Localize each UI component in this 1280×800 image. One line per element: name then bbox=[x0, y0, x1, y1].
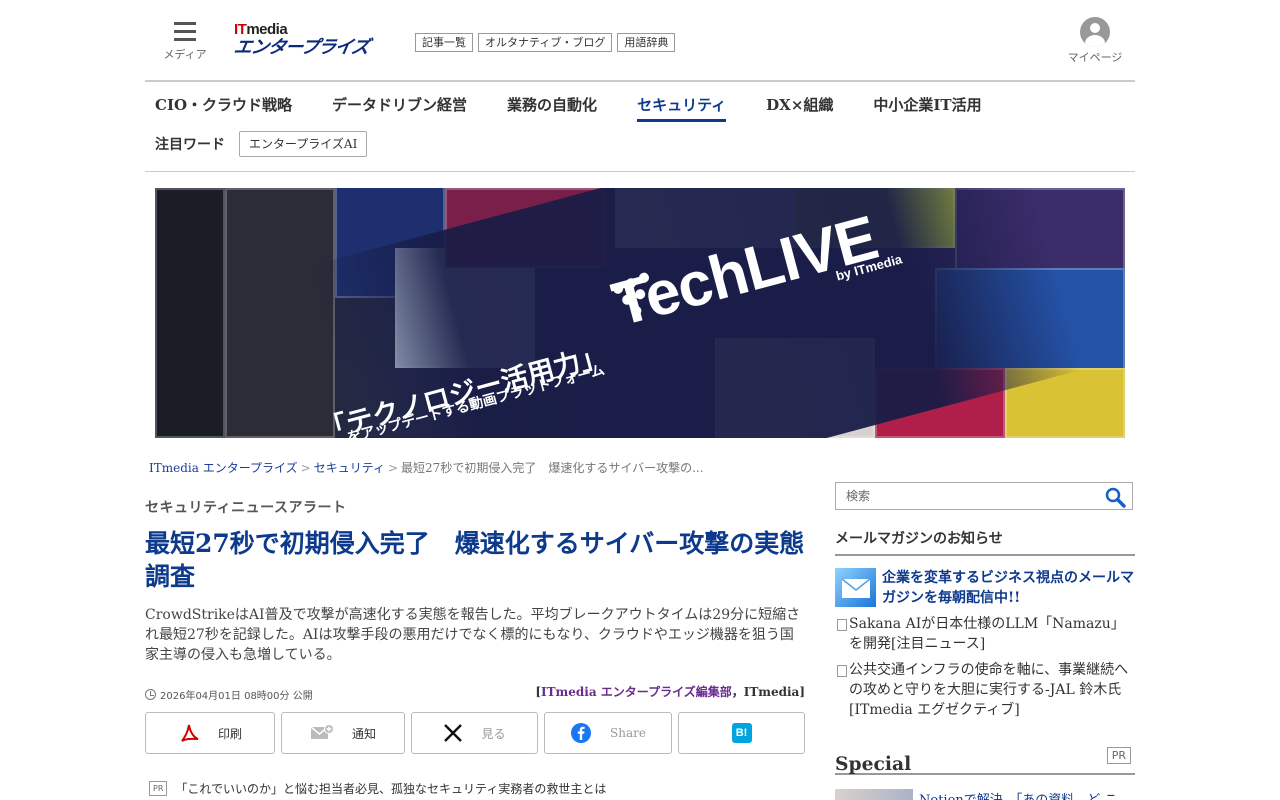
special-item-thumbnail bbox=[835, 789, 913, 800]
hot-words: 注目ワード エンタープライズAI bbox=[155, 131, 368, 157]
techlive-banner[interactable]: TechLIVE by ITmedia 「テクノロジー活用力」 をアップデートす… bbox=[155, 188, 1125, 438]
link-alternative-blog[interactable]: オルタナティブ・ブログ bbox=[478, 33, 613, 52]
search-box bbox=[835, 482, 1133, 510]
special-title: Special bbox=[835, 753, 912, 775]
mail-plus-icon bbox=[310, 724, 334, 739]
mailmag-title: メールマガジンのお知らせ bbox=[835, 528, 1135, 556]
hatena-bookmark-button[interactable]: B! bbox=[678, 712, 805, 754]
publish-date-text: 2026年04月01日 08時00分 公開 bbox=[160, 691, 313, 702]
breadcrumb-home[interactable]: ITmedia エンタープライズ bbox=[149, 461, 298, 475]
print-button[interactable]: 印刷 bbox=[145, 712, 275, 754]
article: セキュリティニュースアラート 最短27秒で初期侵入完了 爆速化するサイバー攻撃の… bbox=[145, 497, 805, 703]
breadcrumb-current: 最短27秒で初期侵入完了 爆速化するサイバー攻撃の... bbox=[401, 461, 704, 475]
hamburger-icon bbox=[174, 22, 196, 42]
nav-item-dx-org[interactable]: DX×組織 bbox=[766, 94, 833, 122]
share-bar: 印刷 通知 見る Share B! bbox=[145, 712, 805, 754]
facebook-share-label: Share bbox=[610, 726, 646, 740]
breadcrumb-security[interactable]: セキュリティ bbox=[314, 461, 385, 475]
hatena-icon: B! bbox=[731, 723, 752, 743]
header-links: 記事一覧 オルタナティブ・ブログ 用語辞典 bbox=[415, 33, 676, 52]
media-menu-label: メディア bbox=[163, 48, 207, 61]
article-kicker: セキュリティニュースアラート bbox=[145, 500, 347, 516]
nav-divider bbox=[145, 171, 1135, 172]
mailmag-feature-link[interactable]: 企業を変革するビジネス視点のメールマガジンを毎朝配信中!! bbox=[882, 568, 1135, 608]
special-item-title: Notionで解決 「あの資料、ど こ bbox=[919, 789, 1117, 800]
banner-tile bbox=[155, 188, 225, 438]
mypage-label: マイページ bbox=[1067, 51, 1123, 64]
list-item[interactable]: Sakana AIが日本仕様のLLM「Namazu」を開発[注目ニュース] bbox=[835, 614, 1135, 654]
link-article-list[interactable]: 記事一覧 bbox=[415, 33, 473, 52]
nav-item-cio-cloud[interactable]: CIO・クラウド戦略 bbox=[155, 94, 292, 122]
special-section-header: Special PR bbox=[835, 747, 1135, 775]
sidebar: メールマガジンのお知らせ 企業を変革するビジネス視点のメールマガジンを毎朝配信中… bbox=[835, 482, 1135, 720]
print-label: 印刷 bbox=[217, 726, 242, 741]
facebook-share-button[interactable]: Share bbox=[544, 712, 672, 754]
nav-item-automation[interactable]: 業務の自動化 bbox=[507, 94, 597, 122]
search-icon[interactable] bbox=[1104, 486, 1126, 508]
page-title: 最短27秒で初期侵入完了 爆速化するサイバー攻撃の実態調査 bbox=[145, 529, 805, 591]
site-logo[interactable]: ITmedia エンタープライズ bbox=[232, 21, 386, 58]
article-meta: 2026年04月01日 08時00分 公開 [ITmedia エンタープライズ編… bbox=[145, 683, 805, 703]
mypage-button[interactable]: マイページ bbox=[1067, 17, 1123, 65]
category-nav: CIO・クラウド戦略 データドリブン経営 業務の自動化 セキュリティ DX×組織… bbox=[155, 94, 982, 122]
media-menu-button[interactable]: メディア bbox=[162, 22, 208, 62]
user-avatar-icon bbox=[1080, 17, 1110, 47]
pr-link-text: 「これでいいのか」と悩む担当者必見、孤独なセキュリティ実務者の救世主とは bbox=[175, 782, 607, 796]
nav-item-sme-it[interactable]: 中小企業IT活用 bbox=[873, 94, 981, 122]
article-author: [ITmedia エンタープライズ編集部，ITmedia] bbox=[535, 685, 805, 699]
facebook-icon bbox=[571, 723, 592, 743]
notify-button[interactable]: 通知 bbox=[281, 712, 405, 754]
publish-date: 2026年04月01日 08時00分 公開 bbox=[145, 687, 313, 702]
banner-tile bbox=[225, 188, 335, 438]
pr-link[interactable]: PR 「これでいいのか」と悩む担当者必見、孤独なセキュリティ実務者の救世主とは bbox=[149, 780, 606, 797]
hot-words-title: 注目ワード bbox=[155, 137, 225, 153]
x-share-button[interactable]: 見る bbox=[411, 712, 538, 754]
search-input[interactable] bbox=[836, 483, 1086, 509]
nav-item-security[interactable]: セキュリティ bbox=[637, 94, 727, 122]
pr-badge: PR bbox=[149, 781, 168, 796]
special-item[interactable]: Notionで解決 「あの資料、ど こ bbox=[835, 789, 1117, 800]
list-item[interactable]: 公共交通インフラの使命を軸に、事業継続への攻めと守りを大胆に実行する-JAL 鈴… bbox=[835, 660, 1135, 720]
article-lead: CrowdStrikeはAI普及で攻撃が高速化する実態を報告した。平均ブレークア… bbox=[145, 607, 801, 663]
nav-item-data-driven[interactable]: データドリブン経営 bbox=[332, 94, 467, 122]
link-glossary[interactable]: 用語辞典 bbox=[617, 33, 676, 52]
notify-label: 通知 bbox=[351, 726, 376, 741]
envelope-icon bbox=[835, 568, 876, 607]
hot-word-enterprise-ai[interactable]: エンタープライズAI bbox=[239, 131, 368, 157]
special-pr-badge: PR bbox=[1106, 747, 1131, 764]
breadcrumb: ITmedia エンタープライズ > セキュリティ > 最短27秒で初期侵入完了 爆速化… bbox=[149, 461, 704, 475]
pdf-icon bbox=[181, 724, 199, 742]
mailmag-list: Sakana AIが日本仕様のLLM「Namazu」を開発[注目ニュース] 公共… bbox=[835, 614, 1135, 720]
clock-icon bbox=[145, 689, 156, 700]
author-link[interactable]: ITmedia エンタープライズ編集部 bbox=[541, 685, 732, 699]
x-share-label: 見る bbox=[481, 726, 506, 741]
logo-enterprise: エンタープライズ bbox=[232, 37, 371, 58]
logo-itmedia: ITmedia bbox=[234, 21, 288, 38]
x-logo-icon bbox=[444, 724, 463, 742]
mailmag-feature: 企業を変革するビジネス視点のメールマガジンを毎朝配信中!! bbox=[835, 568, 1135, 608]
site-header: メディア ITmedia エンタープライズ 記事一覧 オルタナティブ・ブログ 用… bbox=[145, 0, 1135, 82]
